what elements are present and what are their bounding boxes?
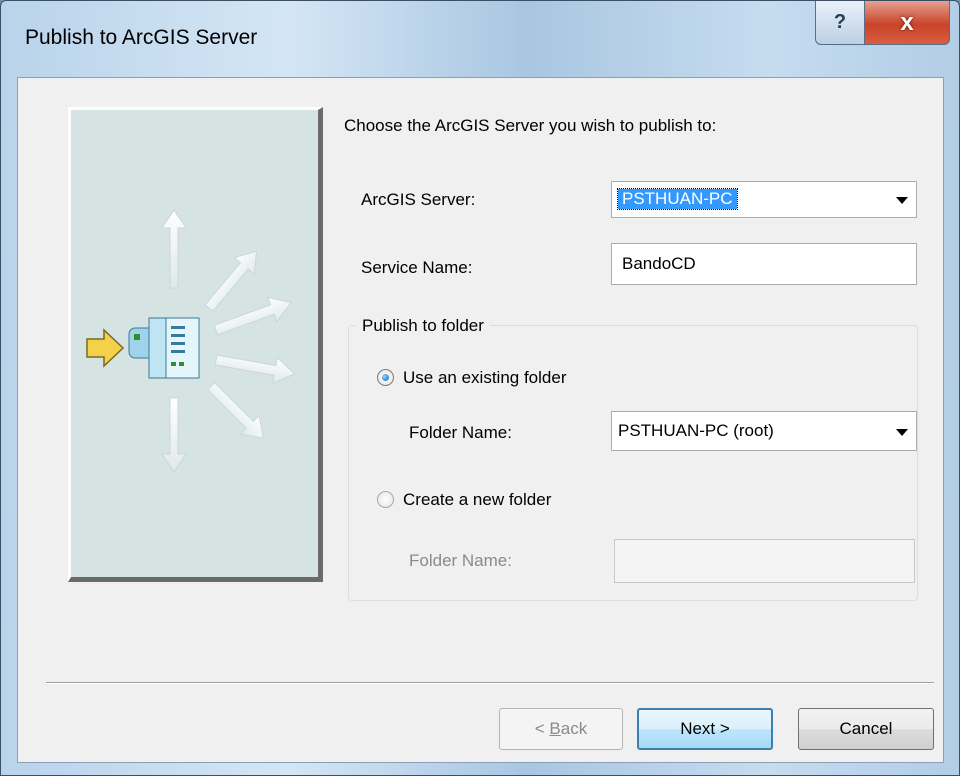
chevron-down-icon (896, 429, 908, 436)
create-new-folder-label[interactable]: Create a new folder (403, 490, 551, 510)
service-name-input[interactable]: BandoCD (611, 243, 917, 285)
publish-dialog-window: Publish to ArcGIS Server ? x Choose the … (0, 0, 960, 776)
cancel-button[interactable]: Cancel (798, 708, 934, 750)
chevron-down-icon (896, 197, 908, 204)
back-button-accelerator: B (549, 719, 561, 738)
create-new-folder-radio[interactable] (377, 491, 394, 508)
arcgis-server-value: PSTHUAN-PC (617, 188, 738, 210)
use-existing-folder-radio[interactable] (377, 369, 394, 386)
window-title: Publish to ArcGIS Server (25, 26, 258, 49)
existing-folder-name-label: Folder Name: (409, 423, 512, 442)
server-publish-illustration-icon (68, 107, 323, 582)
help-icon: ? (833, 11, 847, 33)
next-button-label: Next > (680, 719, 730, 738)
back-button[interactable]: < Back (499, 708, 623, 750)
radio-selected-dot-icon (382, 374, 389, 381)
service-name-label: Service Name: (361, 258, 473, 277)
prompt-text: Choose the ArcGIS Server you wish to pub… (344, 116, 717, 135)
help-button[interactable]: ? (815, 1, 865, 45)
cancel-button-label: Cancel (839, 719, 893, 738)
arcgis-server-label: ArcGIS Server: (361, 190, 476, 209)
existing-folder-select[interactable]: PSTHUAN-PC (root) (611, 411, 917, 451)
back-button-prefix: < (534, 719, 550, 738)
new-folder-name-label: Folder Name: (409, 551, 512, 570)
close-button[interactable]: x (864, 1, 950, 45)
dialog-body: Choose the ArcGIS Server you wish to pub… (17, 77, 944, 763)
existing-folder-value: PSTHUAN-PC (root) (618, 421, 774, 440)
next-button[interactable]: Next > (637, 708, 773, 750)
publish-folder-legend: Publish to folder (356, 316, 490, 336)
back-button-rest: ack (560, 719, 588, 738)
title-bar[interactable]: Publish to ArcGIS Server ? x (1, 1, 959, 77)
arcgis-server-select[interactable]: PSTHUAN-PC (611, 181, 917, 218)
footer-separator (46, 682, 934, 684)
new-folder-name-input[interactable] (614, 539, 915, 583)
close-icon: x (900, 8, 914, 36)
service-name-value: BandoCD (622, 254, 696, 273)
use-existing-folder-label[interactable]: Use an existing folder (403, 368, 566, 388)
